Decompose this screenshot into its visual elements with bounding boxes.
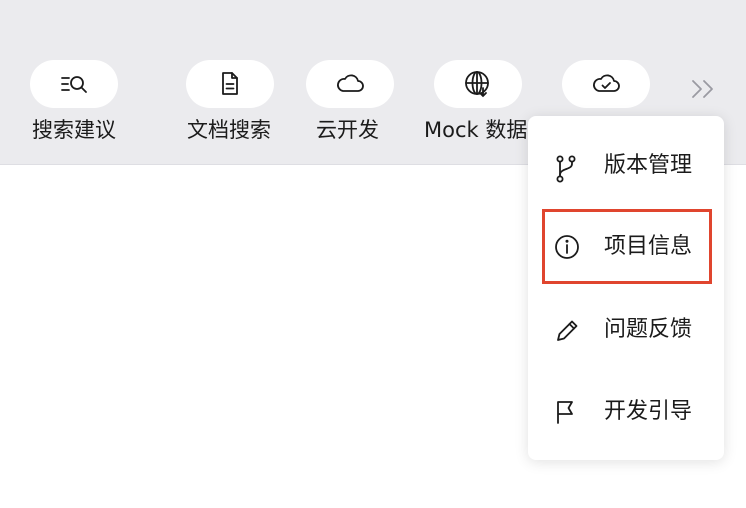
more-menu-dropdown: 版本管理 项目信息 问题反馈 开发引导	[528, 116, 724, 460]
tool-cloud-dev-label: 云开发	[316, 118, 379, 142]
tool-mock-data-pill[interactable]	[434, 60, 522, 108]
tool-search-suggestions-pill[interactable]	[30, 60, 118, 108]
globe-download-icon	[463, 69, 493, 99]
branch-icon	[554, 154, 580, 183]
menu-item-version-management-label: 版本管理	[604, 153, 693, 178]
tool-mock-data[interactable]: Mock 数据	[424, 60, 534, 150]
menu-item-dev-guide[interactable]: 开发引导	[528, 371, 724, 453]
menu-item-feedback[interactable]: 问题反馈	[528, 289, 724, 371]
tool-cloud-dev-pill[interactable]	[306, 60, 394, 108]
cloud-icon	[335, 73, 365, 95]
tool-search-suggestions[interactable]: 搜索建议	[30, 60, 140, 150]
tool-cloud-dev[interactable]: 云开发	[306, 60, 406, 150]
tool-mock-data-label: Mock 数据	[424, 118, 528, 142]
flag-icon	[554, 399, 580, 425]
cloud-check-icon	[591, 73, 621, 95]
menu-item-dev-guide-label: 开发引导	[604, 399, 693, 424]
tool-search-suggestions-label: 搜索建议	[32, 118, 116, 142]
double-chevron-right-icon[interactable]	[690, 77, 718, 101]
tool-doc-search-label: 文档搜索	[187, 118, 271, 142]
document-icon	[218, 71, 242, 97]
search-list-icon	[58, 72, 90, 96]
tool-cloud-check-pill[interactable]	[562, 60, 650, 108]
tool-doc-search-pill[interactable]	[186, 60, 274, 108]
pencil-icon	[554, 317, 580, 343]
highlight-box	[542, 209, 712, 284]
menu-item-version-management[interactable]: 版本管理	[528, 125, 724, 207]
menu-item-feedback-label: 问题反馈	[604, 317, 693, 342]
tool-doc-search[interactable]: 文档搜索	[186, 60, 296, 150]
